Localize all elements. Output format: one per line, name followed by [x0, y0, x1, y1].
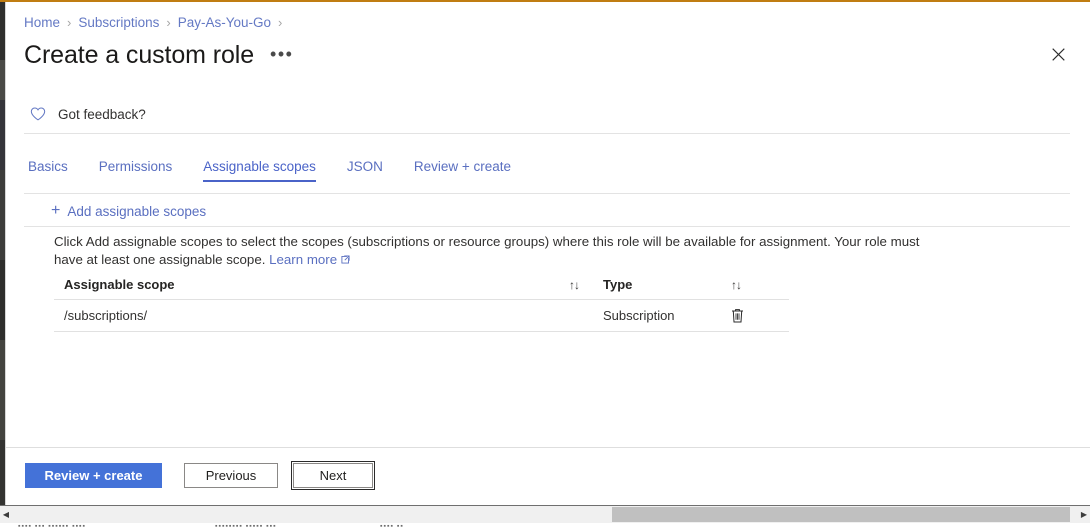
scrollbar-top-border [0, 505, 1090, 506]
description-body: Click Add assignable scopes to select th… [54, 234, 920, 267]
scrollbar-thumb[interactable] [612, 507, 1070, 522]
tab-review-create[interactable]: Review + create [414, 159, 511, 182]
sort-icon: ↑↓ [731, 278, 742, 292]
breadcrumb-item-pay-as-you-go[interactable]: Pay-As-You-Go [178, 15, 271, 30]
sort-icon: ↑↓ [569, 278, 580, 292]
next-button[interactable]: Next [291, 461, 375, 490]
column-header-assignable-scope: Assignable scope [54, 276, 554, 294]
create-custom-role-blade: Home › Subscriptions › Pay-As-You-Go › C… [5, 2, 1090, 529]
learn-more-link[interactable]: Learn more [269, 252, 337, 267]
azure-portal-window: Home › Subscriptions › Pay-As-You-Go › C… [0, 0, 1090, 529]
underlying-page-sliver: ▪▪▪▪ ▪▪▪ ▪▪▪▪▪▪ ▪▪▪▪ ▪▪▪▪▪▪▪▪ ▪▪▪▪▪ ▪▪▪ … [0, 523, 1090, 529]
tab-basics[interactable]: Basics [28, 159, 68, 182]
breadcrumb-separator: › [166, 14, 171, 30]
cell-type: Subscription [594, 307, 714, 325]
more-options-icon[interactable]: ••• [270, 45, 293, 63]
scroll-left-arrow[interactable]: ◀ [0, 506, 12, 523]
tab-bar: Basics Permissions Assignable scopes JSO… [28, 159, 542, 186]
plus-icon: + [51, 202, 61, 219]
column-label: Type [603, 277, 633, 292]
column-label: Assignable scope [64, 277, 175, 292]
footer-divider [6, 447, 1090, 448]
description-text: Click Add assignable scopes to select th… [54, 233, 944, 268]
add-assignable-scopes-button[interactable]: + Add assignable scopes [51, 200, 206, 222]
external-link-icon [341, 251, 350, 264]
tab-json[interactable]: JSON [347, 159, 383, 182]
scope-value: /subscriptions/ [64, 307, 148, 323]
divider [24, 193, 1070, 194]
divider [24, 133, 1070, 134]
column-header-type: Type [594, 276, 714, 294]
table-row[interactable]: /subscriptions/ Subscription [54, 300, 789, 332]
table-header-row: Assignable scope ↑↓ Type ↑↓ [54, 271, 789, 300]
learn-more-label: Learn more [269, 251, 338, 267]
previous-button[interactable]: Previous [184, 463, 278, 488]
sort-assignable-scope-button[interactable]: ↑↓ [554, 278, 594, 292]
background-page-edge [0, 0, 5, 529]
breadcrumb-separator: › [67, 14, 72, 30]
review-create-button[interactable]: Review + create [25, 463, 162, 488]
top-accent-bar [0, 0, 1090, 2]
delete-scope-button[interactable] [727, 306, 747, 326]
scroll-right-arrow[interactable]: ▶ [1078, 506, 1090, 523]
tab-permissions[interactable]: Permissions [99, 159, 173, 182]
scrollbar-track[interactable] [12, 506, 1078, 523]
title-row: Create a custom role ••• [24, 38, 293, 72]
breadcrumb: Home › Subscriptions › Pay-As-You-Go › [24, 13, 289, 31]
footer-actions: Review + create Previous Next [25, 461, 375, 490]
type-value: Subscription [603, 307, 675, 323]
got-feedback-label: Got feedback? [58, 106, 146, 122]
horizontal-scrollbar[interactable]: ◀ ▶ [0, 506, 1090, 523]
page-title: Create a custom role [24, 41, 255, 69]
assignable-scopes-table: Assignable scope ↑↓ Type ↑↓ /subscriptio… [54, 271, 789, 332]
trash-icon [731, 309, 743, 323]
divider [24, 226, 1070, 227]
breadcrumb-separator: › [278, 14, 283, 30]
close-icon [1051, 47, 1065, 61]
got-feedback-button[interactable]: Got feedback? [29, 103, 146, 125]
cell-assignable-scope: /subscriptions/ [54, 307, 554, 325]
close-button[interactable] [1043, 39, 1073, 69]
tab-assignable-scopes[interactable]: Assignable scopes [203, 159, 316, 182]
add-assignable-scopes-label: Add assignable scopes [67, 203, 207, 219]
breadcrumb-item-subscriptions[interactable]: Subscriptions [78, 15, 159, 30]
heart-icon [30, 107, 46, 121]
breadcrumb-item-home[interactable]: Home [24, 15, 60, 30]
cell-delete [714, 306, 779, 326]
sort-type-button[interactable]: ↑↓ [714, 278, 779, 292]
